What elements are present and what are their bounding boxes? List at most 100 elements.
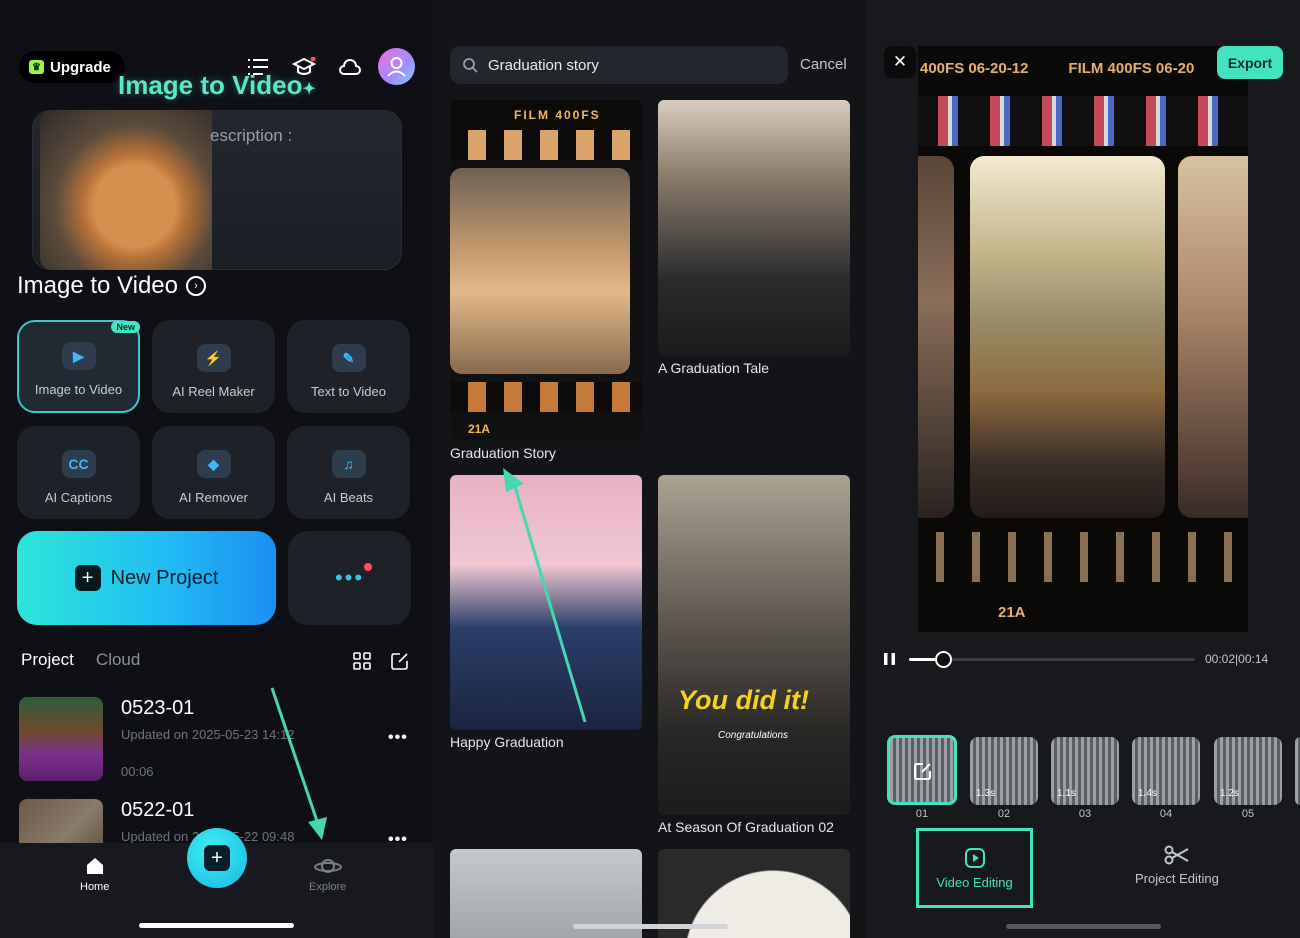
template-image xyxy=(450,168,630,374)
film-strip xyxy=(918,96,1248,146)
clip-thumbnail[interactable]: 1.1s xyxy=(1051,737,1119,805)
new-badge: New xyxy=(111,321,140,333)
film-strip xyxy=(450,382,642,412)
clip-duration: 1.2s xyxy=(1220,788,1239,799)
nav-explore[interactable]: Explore xyxy=(309,855,346,893)
tab-video-editing-label: Video Editing xyxy=(936,874,1013,890)
nav-explore-label: Explore xyxy=(309,881,347,893)
tab-project[interactable]: Project xyxy=(21,650,74,670)
film-frame xyxy=(918,156,954,518)
film-strip xyxy=(450,130,642,160)
clip-duration: 1.3s xyxy=(976,788,995,799)
tool-ai-remover[interactable]: ◆ AI Remover xyxy=(152,426,275,519)
upgrade-label: Upgrade xyxy=(50,58,111,76)
search-query: Graduation story xyxy=(488,56,599,74)
pause-icon[interactable] xyxy=(882,651,898,667)
cat-image xyxy=(40,110,212,270)
template-card[interactable] xyxy=(658,100,850,356)
template-label: Happy Graduation xyxy=(450,734,564,750)
annotation-arrow xyxy=(270,687,327,840)
cc-icon: CC xyxy=(61,450,96,478)
more-tools-button[interactable]: ••• xyxy=(288,531,411,625)
hero-description: escription : xyxy=(210,126,293,145)
plus-icon: + xyxy=(204,845,230,871)
film-text: 21A xyxy=(998,604,1026,621)
project-thumbnail[interactable] xyxy=(19,697,103,781)
film-text: 21A xyxy=(468,422,491,436)
tool-label: Text to Video xyxy=(311,384,386,399)
video-preview[interactable]: 400FS 06-20-12 FILM 400FS 06-20 21A xyxy=(918,46,1248,632)
tool-label: AI Reel Maker xyxy=(172,384,255,399)
tool-text-to-video[interactable]: ✎ Text to Video xyxy=(287,320,410,413)
clip-thumbnail[interactable]: 1.3s xyxy=(970,737,1038,805)
project-name: 0523-01 xyxy=(121,697,195,719)
grid-view-icon[interactable] xyxy=(353,652,371,675)
overlay-subtitle: Congratulations xyxy=(718,730,789,741)
tab-cloud[interactable]: Cloud xyxy=(96,650,140,670)
avatar[interactable] xyxy=(378,48,415,85)
section-title[interactable]: Image to Video › xyxy=(17,272,207,300)
nav-home[interactable]: Home xyxy=(80,855,109,893)
image-to-video-icon: ▶ xyxy=(61,342,96,370)
tab-video-editing[interactable]: Video Editing xyxy=(916,828,1033,908)
search-icon xyxy=(463,58,478,73)
project-duration: 00:06 xyxy=(121,764,154,779)
clip-thumbnail-selected[interactable] xyxy=(887,735,957,805)
clip-thumbnail[interactable]: 1.2s xyxy=(1214,737,1282,805)
home-icon xyxy=(86,858,103,874)
export-button[interactable]: Export xyxy=(1217,46,1283,79)
play-square-icon xyxy=(964,847,985,868)
tool-label: AI Captions xyxy=(44,490,113,505)
project-more-button[interactable]: ••• xyxy=(388,729,408,747)
tool-label: AI Beats xyxy=(323,490,374,505)
edit-icon[interactable] xyxy=(391,652,409,675)
progress-handle[interactable] xyxy=(935,651,953,668)
progress-track[interactable] xyxy=(909,651,1195,668)
plus-icon: + xyxy=(74,565,101,591)
new-project-button[interactable]: + New Project xyxy=(17,531,276,625)
annotation-arrow xyxy=(503,468,587,723)
template-label: A Graduation Tale xyxy=(658,360,770,376)
search-input[interactable]: Graduation story xyxy=(450,46,788,84)
text-to-video-icon: ✎ xyxy=(331,344,366,372)
template-card[interactable]: FILM 400FS 21A xyxy=(450,100,642,440)
template-label: Graduation Story xyxy=(450,445,556,461)
search-panel: Graduation story Cancel FILM 400FS 21A G… xyxy=(433,0,867,938)
tool-image-to-video[interactable]: New ▶ Image to Video xyxy=(17,320,140,413)
notification-dot xyxy=(364,563,372,571)
home-indicator xyxy=(573,924,728,929)
scissors-icon xyxy=(1164,845,1189,865)
cloud-icon[interactable] xyxy=(337,54,363,80)
edit-clip-icon xyxy=(914,763,931,780)
film-text: 400FS 06-20-12 FILM 400FS 06-20 xyxy=(918,46,1248,96)
home-panel: ♛ Upgrade escription : Image to Video ✦ I… xyxy=(0,0,433,938)
create-fab-button[interactable]: + xyxy=(187,828,247,888)
eraser-icon: ◆ xyxy=(196,450,231,478)
section-title-label: Image to Video xyxy=(17,272,179,299)
sparkle-icon: ✦ xyxy=(302,81,316,98)
tool-ai-reel-maker[interactable]: ⚡ AI Reel Maker xyxy=(152,320,275,413)
tab-project-editing[interactable]: Project Editing xyxy=(1135,845,1219,886)
home-indicator xyxy=(1006,924,1161,929)
clip-thumbnail[interactable] xyxy=(1295,737,1300,805)
chevron-right-icon: › xyxy=(186,276,207,296)
template-card[interactable]: You did it! Congratulations xyxy=(658,475,850,815)
clip-number: 03 xyxy=(1078,808,1092,820)
clip-number: 05 xyxy=(1241,808,1255,820)
tool-label: AI Remover xyxy=(179,490,248,505)
close-button[interactable]: ✕ xyxy=(884,46,916,78)
upgrade-button[interactable]: ♛ Upgrade xyxy=(19,51,125,83)
clip-thumbnail[interactable]: 1.4s xyxy=(1132,737,1200,805)
cancel-button[interactable]: Cancel xyxy=(800,56,847,73)
overlay-title: You did it! xyxy=(678,685,809,715)
beats-icon: ♫ xyxy=(331,450,366,478)
clip-number: 02 xyxy=(997,808,1011,820)
tool-ai-beats[interactable]: ♫ AI Beats xyxy=(287,426,410,519)
tab-project-editing-label: Project Editing xyxy=(1135,871,1219,886)
tool-ai-captions[interactable]: CC AI Captions xyxy=(17,426,140,519)
project-tabs: Project Cloud xyxy=(21,650,140,670)
planet-icon xyxy=(313,859,342,873)
new-project-label: New Project xyxy=(110,566,219,589)
crown-icon: ♛ xyxy=(29,60,44,74)
film-frame-main xyxy=(970,156,1165,518)
